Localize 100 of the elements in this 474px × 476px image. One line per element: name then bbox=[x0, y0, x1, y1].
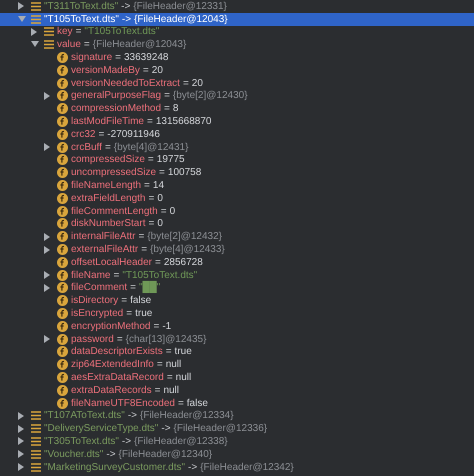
expand-arrow-icon[interactable] bbox=[18, 2, 25, 10]
field-name: fileNameUTF8Encoded bbox=[71, 398, 175, 409]
tree-row[interactable]: fileCommentLength = 0 bbox=[0, 204, 474, 218]
tree-row[interactable]: key = "T105ToText.dts" bbox=[0, 26, 474, 38]
field-name: value bbox=[57, 39, 81, 50]
field-value: -270911946 bbox=[107, 128, 160, 140]
collapse-arrow-icon[interactable] bbox=[31, 41, 39, 48]
tree-row[interactable]: signature = 33639248 bbox=[0, 51, 474, 64]
list-lines-icon bbox=[31, 462, 41, 472]
field-value: {FileHeader@12334} bbox=[140, 410, 234, 422]
operator: -> bbox=[188, 462, 198, 473]
expand-arrow-icon[interactable] bbox=[44, 92, 51, 100]
tree-row[interactable]: "T107AToText.dts" -> {FileHeader@12334} bbox=[0, 410, 474, 422]
tree-row[interactable]: "T305ToText.dts" -> {FileHeader@12338} bbox=[0, 435, 474, 448]
operator: = bbox=[148, 192, 154, 204]
field-value: {byte[4]@12431} bbox=[114, 142, 188, 153]
tree-row[interactable]: offsetLocalHeader = 2856728 bbox=[0, 256, 474, 269]
tree-row[interactable]: diskNumberStart = 0 bbox=[0, 218, 474, 230]
field-name: aesExtraDataRecord bbox=[71, 372, 164, 383]
operator: = bbox=[141, 244, 148, 256]
list-lines-icon bbox=[44, 27, 54, 36]
tree-row[interactable]: isDirectory = false bbox=[0, 294, 474, 308]
tree-row[interactable]: fileNameLength = 14 bbox=[0, 179, 474, 192]
list-lines-icon bbox=[31, 424, 41, 434]
field-name: extraDataRecords bbox=[71, 384, 152, 396]
field-value: {FileHeader@12331} bbox=[133, 0, 227, 12]
operator: -> bbox=[122, 14, 132, 25]
tree-row[interactable]: dataDescriptorExists = true bbox=[0, 346, 474, 358]
field-icon bbox=[57, 52, 68, 64]
field-icon bbox=[57, 231, 68, 242]
tree-row[interactable]: lastModFileTime = 1315668870 bbox=[0, 115, 474, 128]
tree-row[interactable]: value = {FileHeader@12043} bbox=[0, 38, 474, 52]
field-icon bbox=[57, 398, 68, 409]
tree-row[interactable]: externalFileAttr = {byte[4]@12433} bbox=[0, 243, 474, 256]
field-icon bbox=[57, 103, 68, 114]
list-lines-icon bbox=[31, 436, 41, 446]
field-value: 14 bbox=[152, 180, 164, 192]
tree-row[interactable]: aesExtraDataRecord = null bbox=[0, 371, 474, 384]
field-value: 0 bbox=[157, 218, 163, 230]
tree-row[interactable]: "T311ToText.dts" -> {FileHeader@12331} bbox=[0, 0, 474, 13]
operator: = bbox=[126, 308, 132, 320]
operator: = bbox=[98, 128, 104, 140]
tree-row[interactable]: compressedSize = 19775 bbox=[0, 154, 474, 166]
field-name: fileComment bbox=[71, 282, 128, 294]
field-icon bbox=[57, 295, 68, 306]
field-icon bbox=[57, 192, 68, 204]
expand-arrow-icon[interactable] bbox=[44, 335, 51, 344]
field-name: generalPurposeFlag bbox=[71, 90, 162, 102]
field-value: 20 bbox=[192, 78, 203, 89]
tree-row[interactable]: extraDataRecords = null bbox=[0, 384, 474, 397]
tree-row[interactable]: versionNeededToExtract = 20 bbox=[0, 76, 474, 90]
field-name: diskNumberStart bbox=[71, 218, 146, 230]
field-value: {char[13]@12435} bbox=[126, 334, 206, 345]
entry-key: "DeliveryServiceType.dts" bbox=[44, 423, 158, 434]
operator: -> bbox=[128, 410, 138, 422]
tree-row[interactable]: generalPurposeFlag = {byte[2]@12430} bbox=[0, 90, 474, 102]
field-icon bbox=[57, 308, 68, 320]
field-value: false bbox=[130, 295, 152, 306]
list-lines-icon bbox=[31, 2, 41, 11]
tree-row[interactable]: extraFieldLength = 0 bbox=[0, 192, 474, 205]
tree-row[interactable]: "Voucher.dts" -> {FileHeader@12340} bbox=[0, 448, 474, 461]
operator: = bbox=[146, 116, 153, 128]
tree-row[interactable]: fileNameUTF8Encoded = false bbox=[0, 396, 474, 410]
tree-row[interactable]: versionMadeBy = 20 bbox=[0, 64, 474, 77]
field-icon bbox=[57, 90, 68, 102]
expand-arrow-icon[interactable] bbox=[31, 28, 38, 36]
tree-row[interactable]: "T105ToText.dts" -> {FileHeader@12043} bbox=[0, 12, 474, 26]
operator: = bbox=[148, 218, 154, 230]
tree-row[interactable]: fileName = "T105ToText.dts" bbox=[0, 268, 474, 282]
operator: = bbox=[116, 334, 123, 345]
field-name: dataDescriptorExists bbox=[71, 346, 163, 358]
field-value: "T105ToText.dts" bbox=[84, 26, 160, 38]
operator: = bbox=[144, 180, 150, 192]
list-lines-icon bbox=[31, 14, 41, 24]
tree-row[interactable]: zip64ExtendedInfo = null bbox=[0, 358, 474, 372]
field-name: key bbox=[57, 26, 73, 38]
operator: = bbox=[84, 39, 90, 50]
field-name: internalFileAttr bbox=[71, 231, 136, 242]
field-value: 0 bbox=[157, 192, 163, 204]
operator: = bbox=[178, 398, 184, 409]
tree-row[interactable]: isEncrypted = true bbox=[0, 307, 474, 320]
field-name: fileCommentLength bbox=[71, 206, 158, 217]
tree-row[interactable]: crcBuff = {byte[4]@12431} bbox=[0, 140, 474, 154]
list-lines-icon bbox=[31, 411, 41, 420]
field-icon bbox=[57, 64, 68, 76]
tree-row[interactable]: password = {char[13]@12435} bbox=[0, 332, 474, 346]
tree-row[interactable]: internalFileAttr = {byte[2]@12432} bbox=[0, 230, 474, 244]
field-name: externalFileAttr bbox=[71, 244, 138, 256]
operator: -> bbox=[161, 423, 171, 434]
tree-row[interactable]: "DeliveryServiceType.dts" -> {FileHeader@12336} bbox=[0, 422, 474, 436]
tree-row[interactable]: "MarketingSurveyCustomer.dts" -> {FileHeader@12342} bbox=[0, 460, 474, 474]
tree-row[interactable]: encryptionMethod = -1 bbox=[0, 320, 474, 333]
tree-row[interactable]: compressionMethod = 8 bbox=[0, 102, 474, 116]
tree-row[interactable]: fileComment = "██" bbox=[0, 282, 474, 294]
tree-row[interactable]: crc32 = -270911946 bbox=[0, 128, 474, 141]
expand-arrow-icon[interactable] bbox=[44, 143, 51, 152]
entry-key: "MarketingSurveyCustomer.dts" bbox=[44, 462, 186, 473]
operator: = bbox=[160, 206, 167, 217]
tree-row[interactable]: uncompressedSize = 100758 bbox=[0, 166, 474, 180]
field-value: 0 bbox=[170, 206, 176, 217]
